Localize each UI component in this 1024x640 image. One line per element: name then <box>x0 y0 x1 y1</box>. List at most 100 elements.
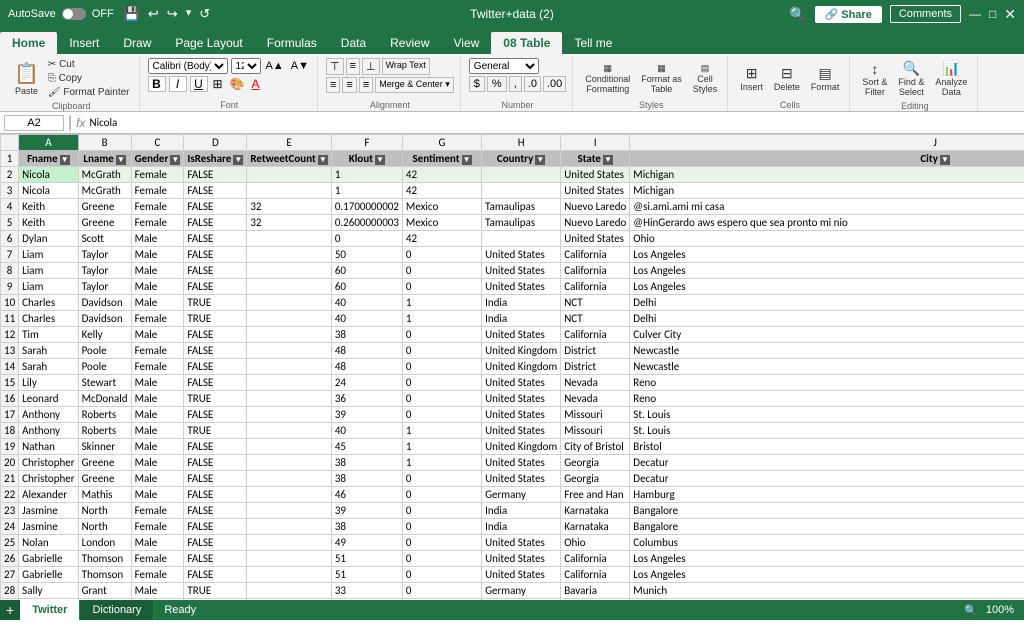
table-cell[interactable]: United States <box>482 599 561 601</box>
comma-button[interactable]: , <box>509 76 522 92</box>
table-cell[interactable]: FALSE <box>184 551 247 567</box>
customize-icon[interactable]: ▾ <box>186 6 192 22</box>
table-cell[interactable]: Female <box>131 503 184 519</box>
conditional-formatting-button[interactable]: ▦ Conditional Formatting <box>581 61 634 96</box>
table-cell[interactable]: 1 <box>331 167 402 183</box>
table-cell[interactable]: Female <box>131 199 184 215</box>
table-cell[interactable]: Skinner <box>78 439 131 455</box>
filter-dropdown-icon[interactable]: ▼ <box>940 155 950 165</box>
table-cell[interactable]: 38 <box>331 519 402 535</box>
row-number-10[interactable]: 10 <box>1 295 19 311</box>
redo-icon[interactable]: ↪ <box>167 6 178 22</box>
table-cell[interactable]: FALSE <box>184 327 247 343</box>
border-button[interactable]: ⊞ <box>211 77 225 91</box>
table-cell[interactable]: California <box>561 279 630 295</box>
table-cell[interactable]: Culver City <box>630 327 1024 343</box>
increase-decimal-button[interactable]: .00 <box>543 76 566 92</box>
table-cell[interactable]: Nolan <box>78 599 131 601</box>
table-cell[interactable]: United States <box>482 279 561 295</box>
table-cell[interactable]: Male <box>131 247 184 263</box>
table-cell[interactable]: Columbus <box>630 535 1024 551</box>
save-icon[interactable]: 💾 <box>124 6 140 22</box>
table-cell[interactable] <box>247 455 331 471</box>
table-cell[interactable] <box>247 423 331 439</box>
table-cell[interactable]: Gabrielle <box>19 567 78 583</box>
filter-dropdown-icon[interactable]: ▼ <box>603 155 613 165</box>
table-cell[interactable]: United States <box>482 407 561 423</box>
table-cell[interactable]: Bangalore <box>630 519 1024 535</box>
filter-dropdown-icon[interactable]: ▼ <box>375 155 385 165</box>
table-cell[interactable]: Liam <box>19 263 78 279</box>
table-cell[interactable]: 60 <box>331 263 402 279</box>
table-cell[interactable]: 32 <box>247 199 331 215</box>
table-cell[interactable] <box>247 551 331 567</box>
table-cell[interactable] <box>247 583 331 599</box>
wrap-text-button[interactable]: Wrap Text <box>382 58 430 75</box>
header-cell[interactable]: RetweetCount▼ <box>247 151 331 167</box>
table-cell[interactable] <box>247 183 331 199</box>
col-header-B[interactable]: B <box>78 135 131 151</box>
table-cell[interactable]: United Kingdom <box>482 359 561 375</box>
col-header-H[interactable]: H <box>482 135 561 151</box>
table-cell[interactable]: Male <box>131 487 184 503</box>
name-box[interactable] <box>4 115 64 131</box>
table-cell[interactable]: 1 <box>402 295 481 311</box>
tab-tell-me[interactable]: Tell me <box>562 32 624 54</box>
table-cell[interactable]: Scott <box>78 231 131 247</box>
autosave-toggle[interactable] <box>62 8 86 20</box>
table-cell[interactable]: Karnataka <box>561 519 630 535</box>
row-number-23[interactable]: 23 <box>1 503 19 519</box>
percent-button[interactable]: % <box>487 76 507 92</box>
table-cell[interactable]: TRUE <box>184 295 247 311</box>
table-cell[interactable]: FALSE <box>184 199 247 215</box>
table-cell[interactable]: Davidson <box>78 311 131 327</box>
table-cell[interactable]: 50 <box>331 247 402 263</box>
table-cell[interactable]: 0 <box>402 375 481 391</box>
table-cell[interactable]: Dylan <box>19 231 78 247</box>
table-cell[interactable]: Alexander <box>19 487 78 503</box>
table-cell[interactable] <box>247 503 331 519</box>
delete-button[interactable]: ⊟ Delete <box>770 63 804 94</box>
format-painter-button[interactable]: 🖌 Format Painter <box>45 86 133 99</box>
row-number-2[interactable]: 2 <box>1 167 19 183</box>
table-cell[interactable]: 0 <box>402 471 481 487</box>
table-cell[interactable] <box>247 263 331 279</box>
table-cell[interactable]: Tim <box>19 327 78 343</box>
row-number-17[interactable]: 17 <box>1 407 19 423</box>
italic-button[interactable]: I <box>169 76 187 92</box>
table-cell[interactable]: Mexico <box>402 215 481 231</box>
table-cell[interactable]: Michigan <box>630 183 1024 199</box>
font-size-select[interactable]: 12 <box>231 58 261 74</box>
header-cell[interactable]: Gender▼ <box>131 151 184 167</box>
table-cell[interactable]: Nicola <box>19 167 78 183</box>
table-cell[interactable]: 0 <box>402 583 481 599</box>
close-icon[interactable]: ✕ <box>1004 6 1016 23</box>
table-cell[interactable]: 0 <box>402 391 481 407</box>
tab-data[interactable]: Data <box>329 32 378 54</box>
row-number-29[interactable]: 29 <box>1 599 19 601</box>
row-number-11[interactable]: 11 <box>1 311 19 327</box>
row-number-24[interactable]: 24 <box>1 519 19 535</box>
col-header-E[interactable]: E <box>247 135 331 151</box>
table-cell[interactable]: Sarah <box>19 343 78 359</box>
table-cell[interactable] <box>482 231 561 247</box>
row-number-19[interactable]: 19 <box>1 439 19 455</box>
table-cell[interactable]: Poole <box>78 343 131 359</box>
row-number-8[interactable]: 8 <box>1 263 19 279</box>
table-cell[interactable]: India <box>482 519 561 535</box>
table-cell[interactable] <box>247 279 331 295</box>
table-cell[interactable]: Sally <box>19 583 78 599</box>
table-cell[interactable]: Davidson <box>78 295 131 311</box>
table-cell[interactable]: 38 <box>331 471 402 487</box>
align-center-button[interactable]: ≡ <box>342 77 356 93</box>
table-cell[interactable]: 1 <box>331 183 402 199</box>
table-cell[interactable]: Nuevo Laredo <box>561 215 630 231</box>
table-cell[interactable]: FALSE <box>184 167 247 183</box>
table-cell[interactable]: Missouri <box>561 423 630 439</box>
table-cell[interactable]: FALSE <box>184 503 247 519</box>
table-cell[interactable] <box>247 231 331 247</box>
table-cell[interactable] <box>247 327 331 343</box>
table-cell[interactable]: Female <box>131 215 184 231</box>
col-header-G[interactable]: G <box>402 135 481 151</box>
table-cell[interactable]: 42 <box>402 167 481 183</box>
